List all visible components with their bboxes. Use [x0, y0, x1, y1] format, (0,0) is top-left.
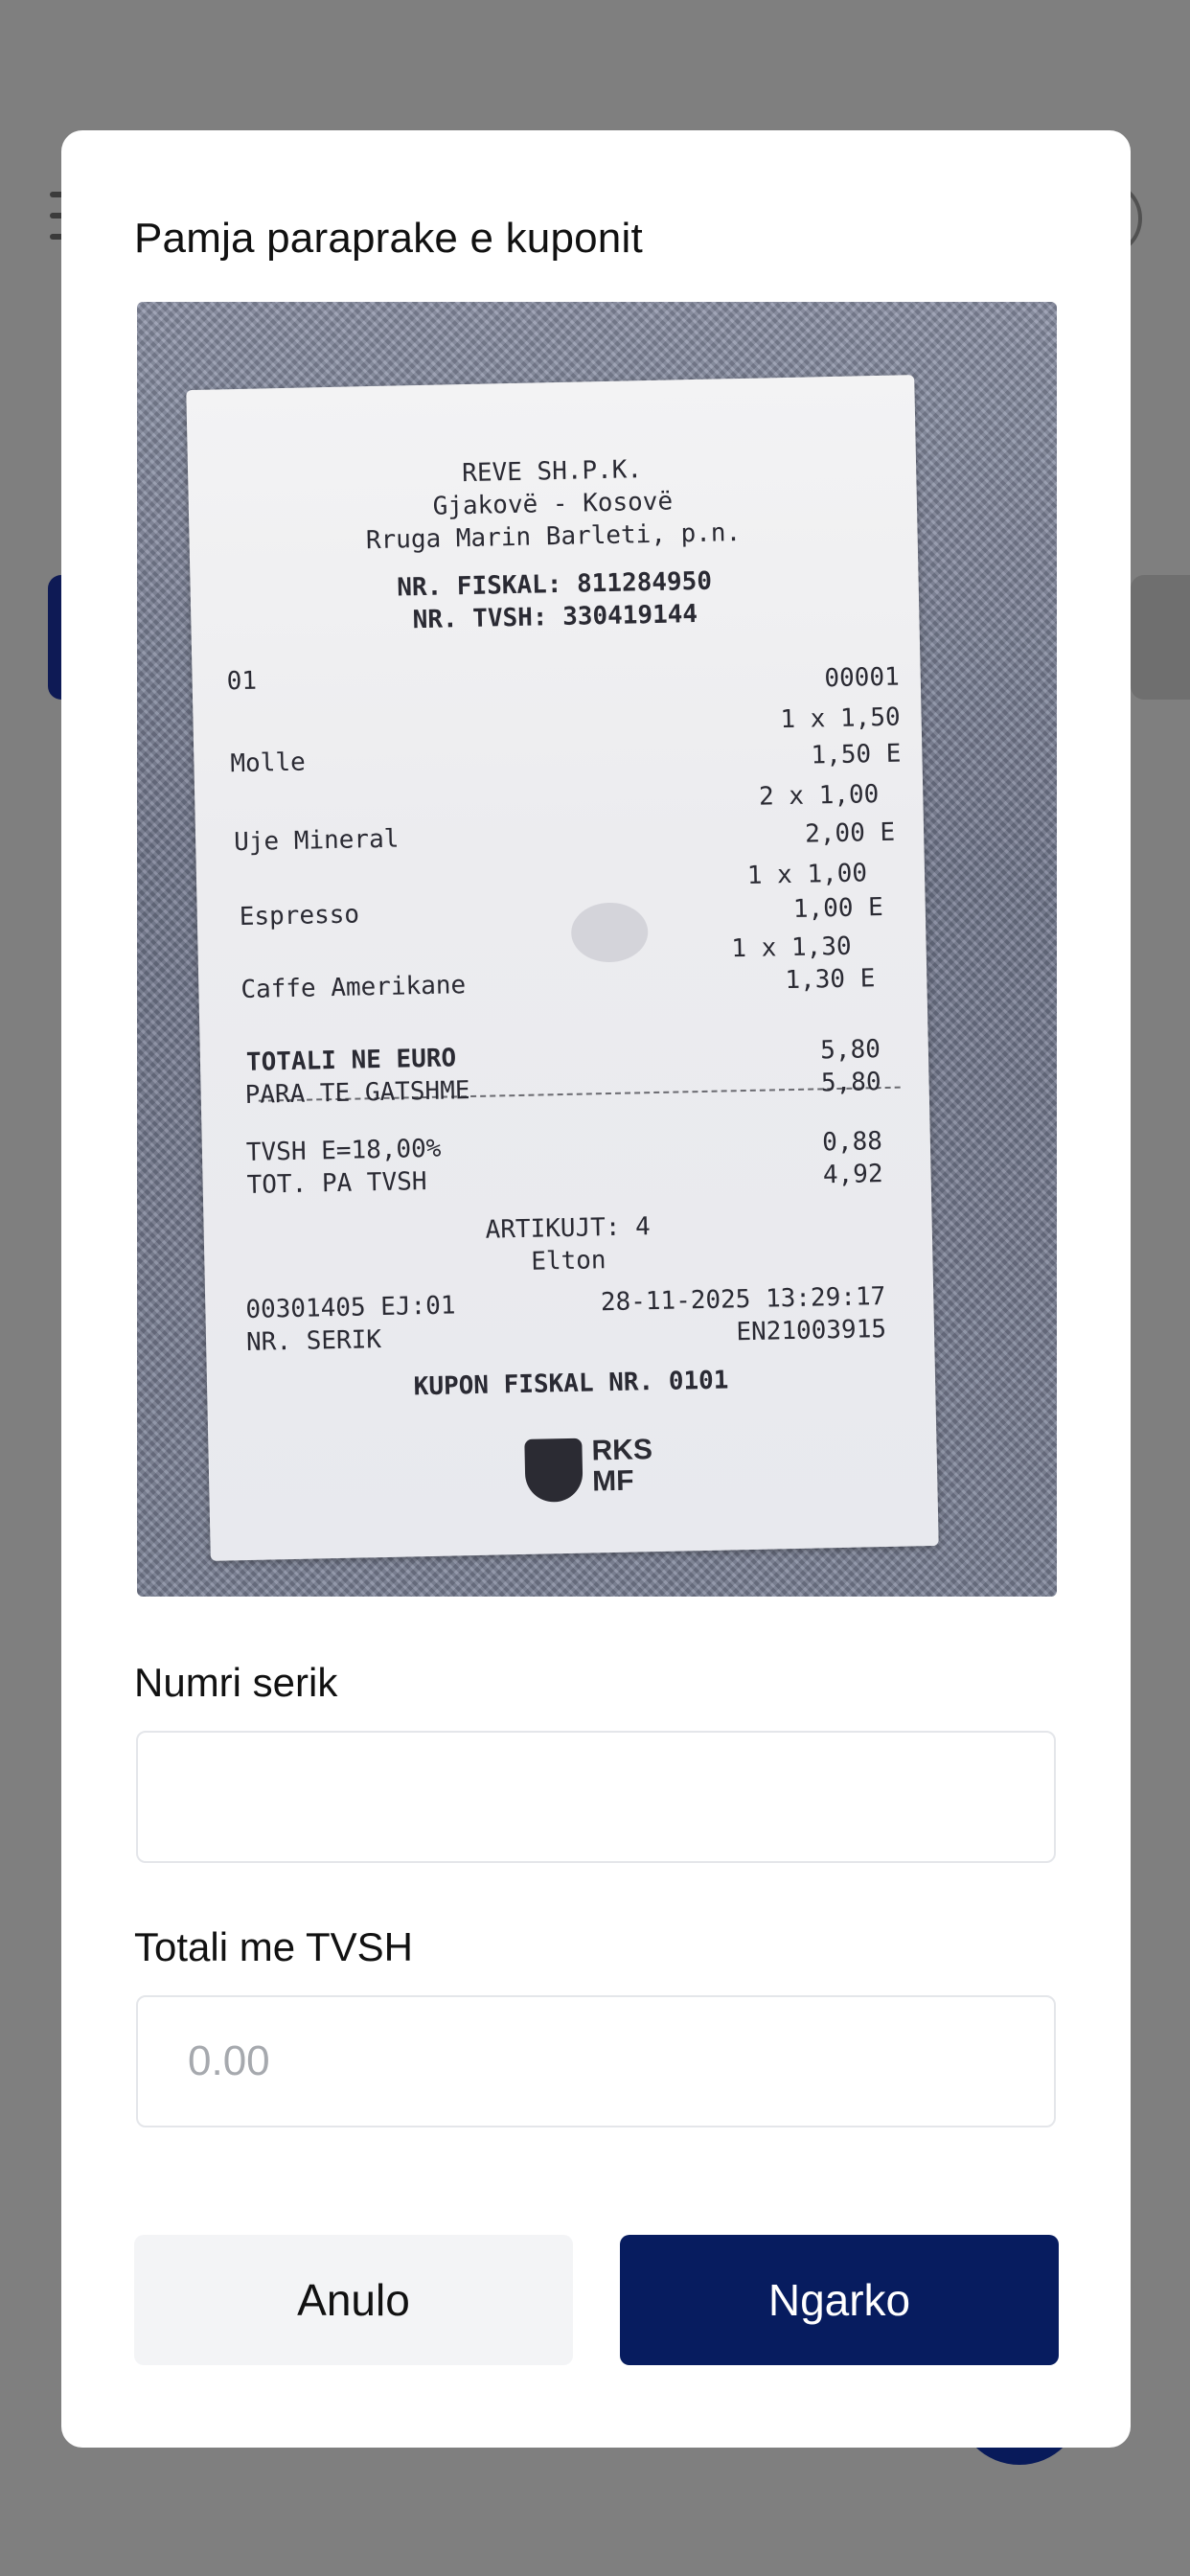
receipt-code-right: 00001	[824, 662, 901, 694]
receipt-item-amount: 1,30 E	[785, 964, 876, 996]
cancel-button[interactable]: Anulo	[134, 2235, 573, 2365]
receipt-cash-label: PARA TE GATSHME	[244, 1076, 470, 1110]
receipt-item-name: Espresso	[239, 900, 360, 932]
rks-logo-top: RKS	[591, 1434, 653, 1467]
receipt-item-qty: 1 x 1,00	[746, 859, 868, 890]
receipt-item-amount: 1,00 E	[792, 892, 884, 924]
receipt-item-name: Uje Mineral	[233, 824, 400, 858]
receipt-serial-label: NR. SERIK	[245, 1325, 382, 1357]
receipt-ej-code: 00301405 EJ:01	[245, 1291, 456, 1324]
modal-title: Pamja paraprake e kuponit	[134, 215, 643, 262]
receipt-vat-value: 0,88	[821, 1127, 883, 1158]
receipt-item-amount: 1,50 E	[811, 739, 902, 770]
receipt-item-qty: 1 x 1,50	[780, 702, 901, 735]
receipt-code-left: 01	[226, 666, 258, 697]
serial-number-input[interactable]	[136, 1731, 1056, 1863]
total-vat-label: Totali me TVSH	[134, 1924, 413, 1969]
receipt-net-label: TOT. PA TVSH	[246, 1167, 427, 1200]
rks-mf-logo: RKS MF	[524, 1434, 653, 1505]
receipt-coupon-no: KUPON FISKAL NR. 0101	[413, 1366, 729, 1402]
background-card-right	[1131, 575, 1190, 700]
receipt-datetime: 28-11-2025 13:29:17	[600, 1282, 886, 1318]
receipt-total-value: 5,80	[819, 1035, 881, 1066]
receipt-item-qty: 1 x 1,30	[731, 932, 852, 964]
serial-number-label: Numri serik	[134, 1660, 338, 1705]
receipt-total-label: TOTALI NE EURO	[245, 1044, 457, 1077]
receipt-item-amount: 2,00 E	[804, 817, 896, 849]
total-vat-input[interactable]	[136, 1995, 1056, 2128]
receipt-cash-value: 5,80	[820, 1068, 881, 1098]
receipt-photo: REVE SH.P.K. Gjakovë - Kosovë Rruga Mari…	[137, 302, 1057, 1597]
receipt-paper: REVE SH.P.K. Gjakovë - Kosovë Rruga Mari…	[186, 375, 939, 1561]
receipt-vat-label: TVSH E=18,00%	[245, 1134, 442, 1167]
rks-logo-bottom: MF	[591, 1464, 634, 1498]
receipt-serial-value: EN21003915	[736, 1315, 887, 1347]
receipt-net-value: 4,92	[822, 1160, 883, 1190]
receipt-stain	[570, 902, 649, 963]
receipt-item-name: Caffe Amerikane	[240, 971, 467, 1005]
upload-button[interactable]: Ngarko	[620, 2235, 1059, 2365]
rks-logo-text: RKS MF	[591, 1434, 653, 1498]
receipt-item-qty: 2 x 1,00	[758, 780, 880, 812]
receipt-item-name: Molle	[230, 748, 307, 779]
shield-icon	[524, 1438, 584, 1503]
receipt-preview-modal: Pamja paraprake e kuponit REVE SH.P.K. G…	[61, 130, 1131, 2448]
